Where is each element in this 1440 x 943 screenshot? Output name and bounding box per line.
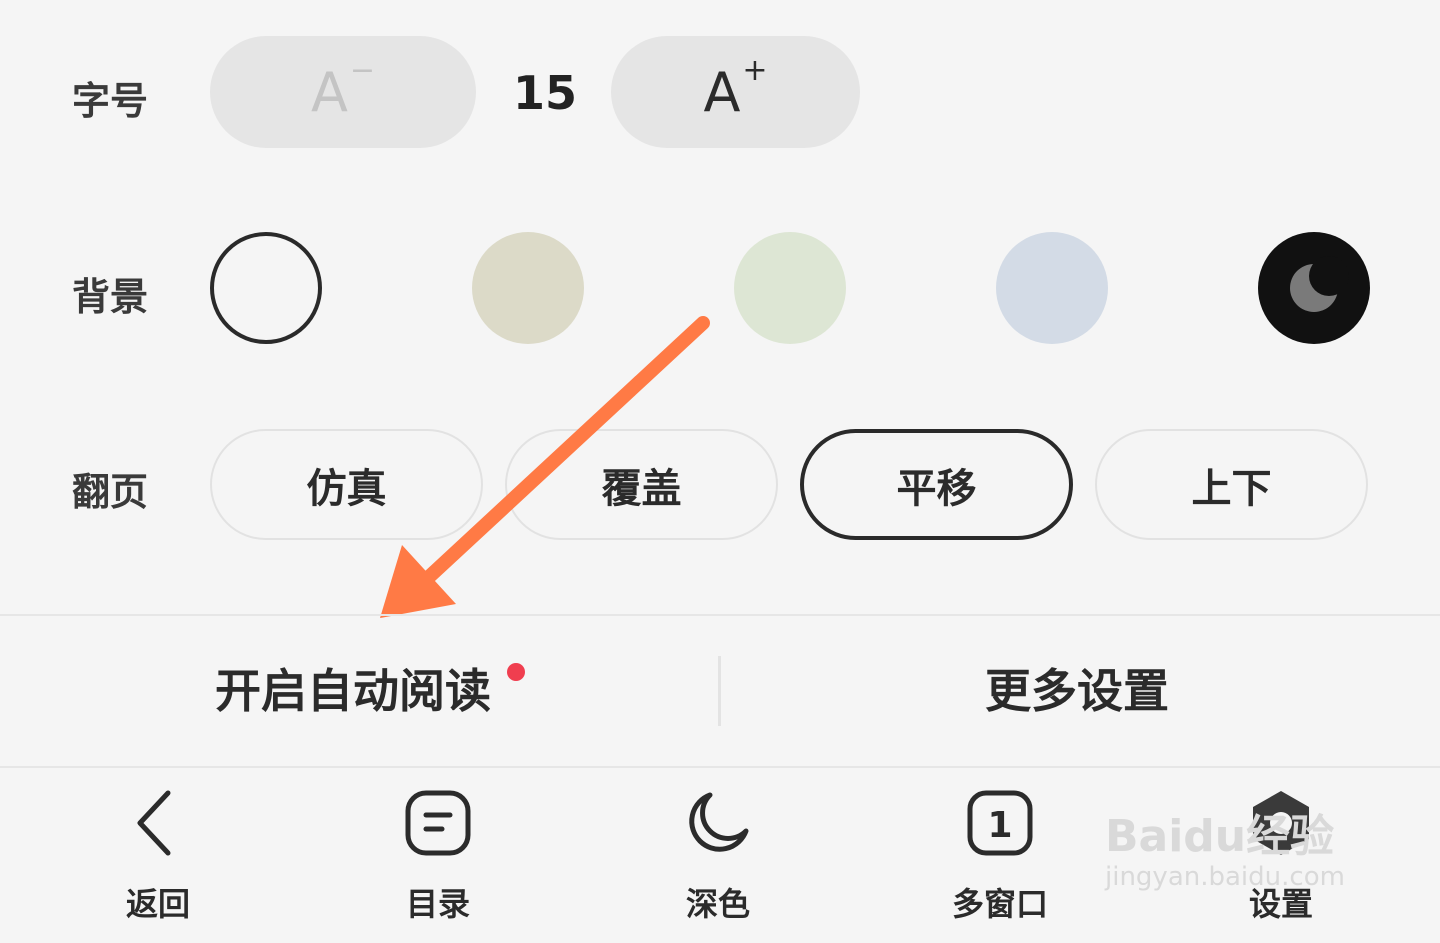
nav-dark-label: 深色 xyxy=(685,885,750,923)
turn-option-vertical[interactable]: 上下 xyxy=(1095,429,1368,540)
new-badge xyxy=(507,663,525,681)
bg-swatch-beige[interactable] xyxy=(472,232,584,344)
nav-toc-label: 目录 xyxy=(405,885,470,923)
bg-swatch-dark[interactable] xyxy=(1258,232,1370,344)
background-label: 背景 xyxy=(72,275,149,319)
section-divider-bottom xyxy=(0,766,1440,768)
font-size-value: 15 xyxy=(512,66,577,120)
nav-dark[interactable]: 深色 xyxy=(618,785,818,925)
turn-option-slide[interactable]: 平移 xyxy=(800,429,1073,540)
svg-text:1: 1 xyxy=(987,805,1012,846)
nav-settings[interactable]: 设置 xyxy=(1181,785,1381,925)
list-icon xyxy=(405,790,471,856)
plus-icon: + xyxy=(742,52,768,88)
page-turn-label: 翻页 xyxy=(72,470,149,514)
turn-option-simulate[interactable]: 仿真 xyxy=(210,429,483,540)
moon-icon xyxy=(1290,256,1349,312)
nav-multi-window[interactable]: 1 多窗口 xyxy=(900,785,1100,925)
font-size-label: 字号 xyxy=(72,79,149,123)
crescent-moon-icon xyxy=(689,792,749,852)
bg-swatch-blue[interactable] xyxy=(996,232,1108,344)
bg-swatch-green[interactable] xyxy=(734,232,846,344)
nav-settings-label: 设置 xyxy=(1248,885,1313,923)
more-settings-button[interactable]: 更多设置 xyxy=(985,655,1169,721)
section-divider-top xyxy=(0,614,1440,616)
nav-multi-window-label: 多窗口 xyxy=(951,885,1048,923)
font-increase-button[interactable]: A + xyxy=(611,36,860,148)
nav-toc[interactable]: 目录 xyxy=(338,785,538,925)
turn-option-cover[interactable]: 覆盖 xyxy=(505,429,778,540)
gear-icon xyxy=(1253,791,1309,855)
font-decrease-label: A xyxy=(310,60,348,124)
nav-back-label: 返回 xyxy=(125,885,190,923)
window-count-icon: 1 xyxy=(967,790,1033,856)
action-divider xyxy=(718,656,721,726)
nav-back[interactable]: 返回 xyxy=(58,785,258,925)
bg-swatch-white[interactable] xyxy=(210,232,322,344)
chevron-left-icon xyxy=(137,790,171,856)
minus-icon: − xyxy=(349,52,376,88)
font-decrease-button[interactable]: A − xyxy=(210,36,476,148)
auto-read-button[interactable]: 开启自动阅读 xyxy=(215,655,491,721)
font-increase-label: A xyxy=(703,60,741,124)
